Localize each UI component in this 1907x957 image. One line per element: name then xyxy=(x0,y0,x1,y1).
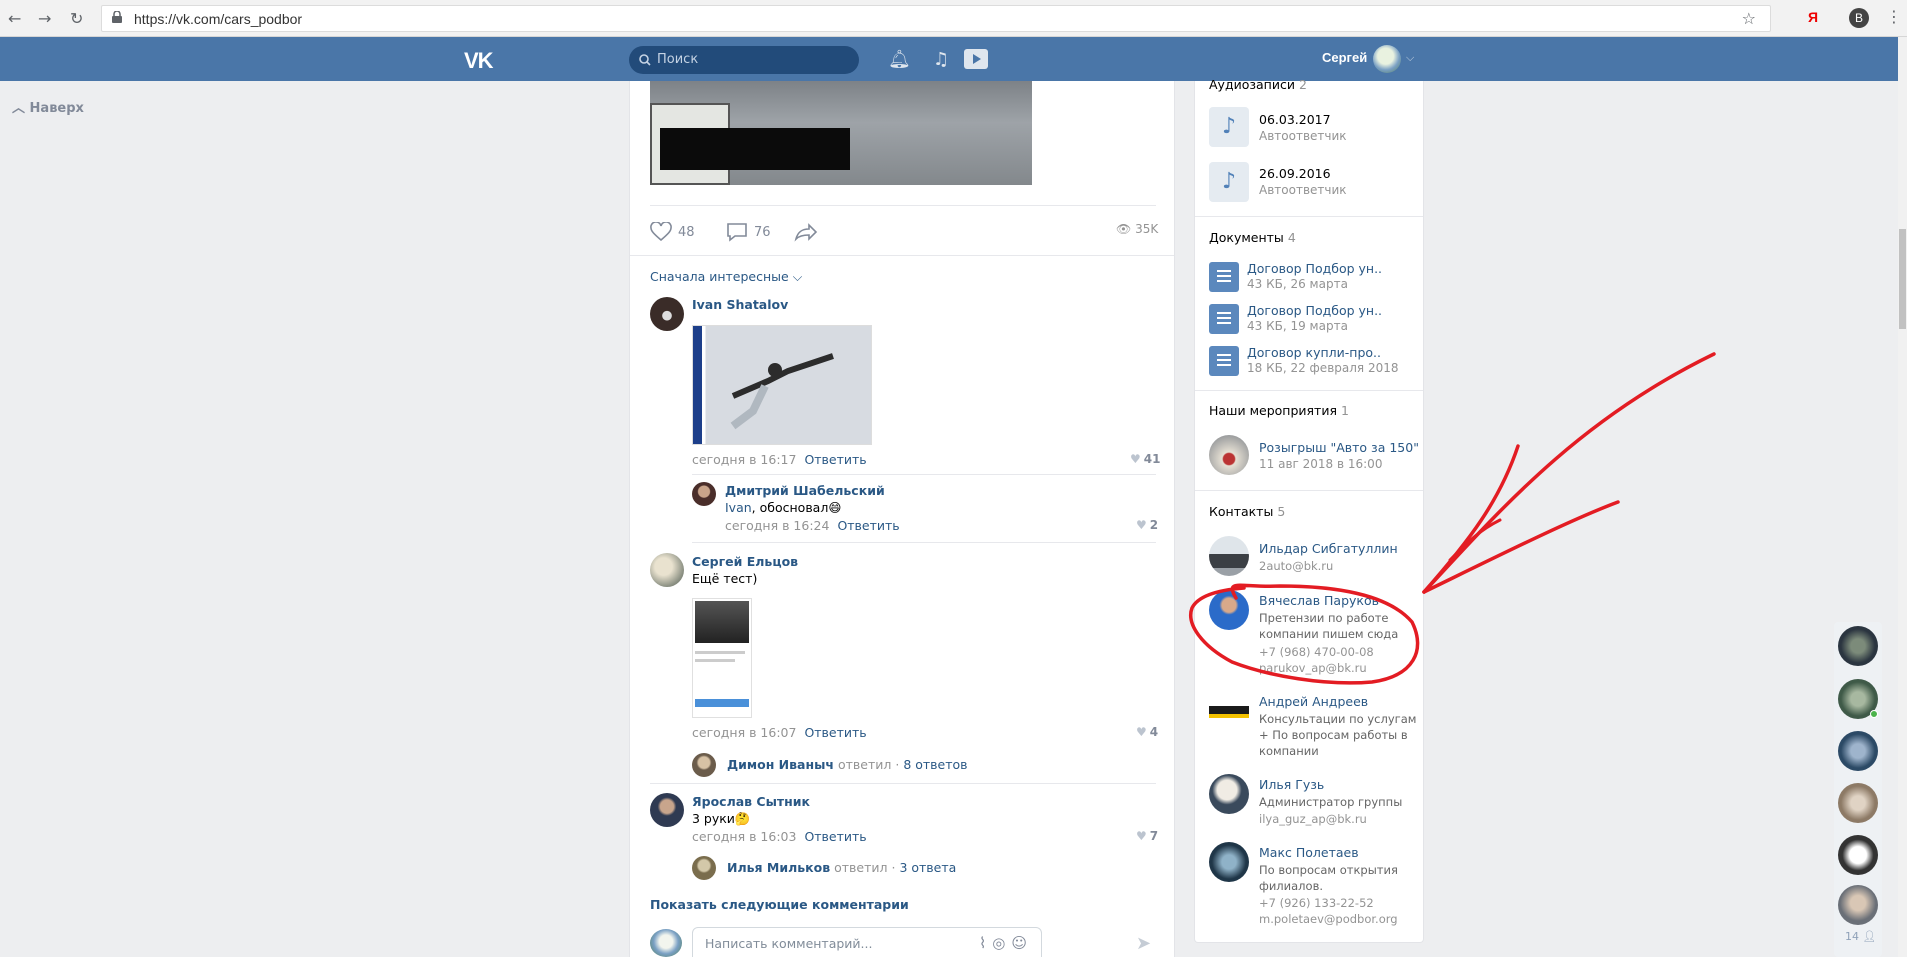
chat-avatar[interactable] xyxy=(1838,626,1878,666)
scrollbar[interactable] xyxy=(1898,37,1907,957)
chat-avatar[interactable] xyxy=(1838,835,1878,875)
chat-avatar[interactable] xyxy=(1838,783,1878,823)
chat-avatar[interactable] xyxy=(1838,885,1878,925)
chat-count-value: 14 xyxy=(1845,930,1859,943)
scrollbar-thumb[interactable] xyxy=(1899,229,1906,329)
person-icon: 👤︎ xyxy=(1862,930,1877,943)
chat-count[interactable]: 14 👤︎ xyxy=(1845,930,1876,943)
red-annotation xyxy=(1189,352,1716,685)
chat-avatar[interactable] xyxy=(1838,731,1878,771)
online-indicator xyxy=(1870,710,1878,718)
